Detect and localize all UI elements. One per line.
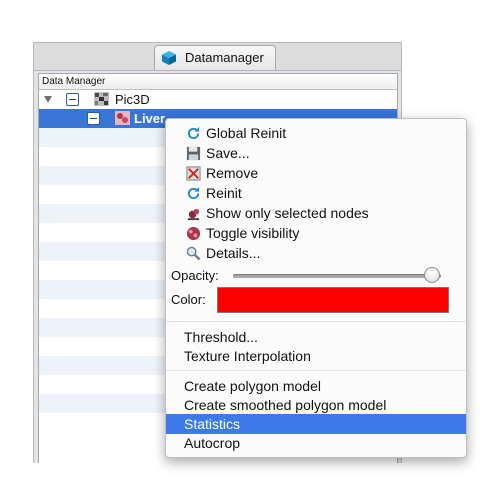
menu-item-reinit[interactable]: Reinit	[166, 183, 466, 203]
menu-item-details[interactable]: Details...	[166, 243, 466, 263]
opacity-slider[interactable]	[233, 274, 441, 278]
tree-row-pic3d[interactable]: Pic3D	[39, 90, 397, 109]
tree-node-label: Pic3D	[115, 92, 150, 107]
menu-item-label: Remove	[206, 165, 259, 181]
menu-item-label: Statistics	[184, 416, 241, 432]
menu-item-label: Toggle visibility	[206, 225, 300, 241]
menu-item-label: Create smoothed polygon model	[184, 397, 387, 413]
menu-item-toggle-visibility[interactable]: Toggle visibility	[166, 223, 466, 243]
remove-icon	[186, 166, 201, 181]
image-node-icon	[94, 92, 109, 106]
refresh-icon	[187, 186, 200, 200]
color-label: Color:	[171, 292, 206, 307]
menu-item-save[interactable]: Save...	[166, 143, 466, 163]
menu-item-label: Autocrop	[184, 435, 241, 451]
visibility-icon	[186, 226, 201, 241]
menu-item-label: Save...	[206, 145, 250, 161]
menu-item-remove[interactable]: Remove	[166, 163, 466, 183]
tab-datamanager[interactable]: Datamanager	[154, 45, 276, 70]
menu-item-texture-interpolation[interactable]: Texture Interpolation	[166, 346, 466, 366]
menu-item-label: Reinit	[206, 185, 242, 201]
context-menu: Global Reinit Save... Remove Reinit Show…	[165, 118, 467, 458]
segmentation-node-icon	[115, 111, 130, 125]
menu-item-show-only-selected[interactable]: Show only selected nodes	[166, 203, 466, 223]
menu-item-label: Details...	[206, 245, 261, 261]
selected-nodes-icon	[187, 208, 200, 221]
disclosure-triangle-icon[interactable]	[44, 96, 52, 103]
opacity-slider-handle[interactable]	[424, 267, 440, 283]
tree-column-header[interactable]: Data Manager	[39, 74, 397, 90]
menu-item-label: Create polygon model	[184, 378, 321, 394]
menu-item-create-smoothed-polygon-model[interactable]: Create smoothed polygon model	[166, 395, 466, 415]
menu-item-create-polygon-model[interactable]: Create polygon model	[166, 376, 466, 396]
visibility-checkbox[interactable]	[66, 93, 79, 106]
menu-item-threshold[interactable]: Threshold...	[166, 327, 466, 347]
menu-item-label: Threshold...	[184, 329, 258, 345]
menu-item-label: Global Reinit	[206, 125, 287, 141]
visibility-checkbox[interactable]	[87, 112, 100, 125]
menu-item-statistics[interactable]: Statistics	[166, 414, 466, 434]
magnifier-icon	[186, 246, 201, 261]
menu-item-autocrop[interactable]: Autocrop	[166, 433, 466, 453]
menu-separator	[166, 370, 466, 371]
tab-bar: Datamanager	[34, 43, 401, 71]
floppy-disk-icon	[186, 146, 201, 161]
datamanager-cube-icon	[162, 51, 176, 65]
color-swatch-button[interactable]	[217, 287, 449, 313]
menu-separator	[166, 321, 466, 322]
menu-item-label: Show only selected nodes	[206, 205, 369, 221]
tab-label: Datamanager	[185, 50, 264, 65]
opacity-label: Opacity:	[171, 268, 219, 283]
tree-node-label: Liver	[134, 111, 166, 126]
refresh-icon	[187, 126, 200, 140]
menu-item-label: Texture Interpolation	[184, 348, 311, 364]
menu-item-global-reinit[interactable]: Global Reinit	[166, 123, 466, 143]
